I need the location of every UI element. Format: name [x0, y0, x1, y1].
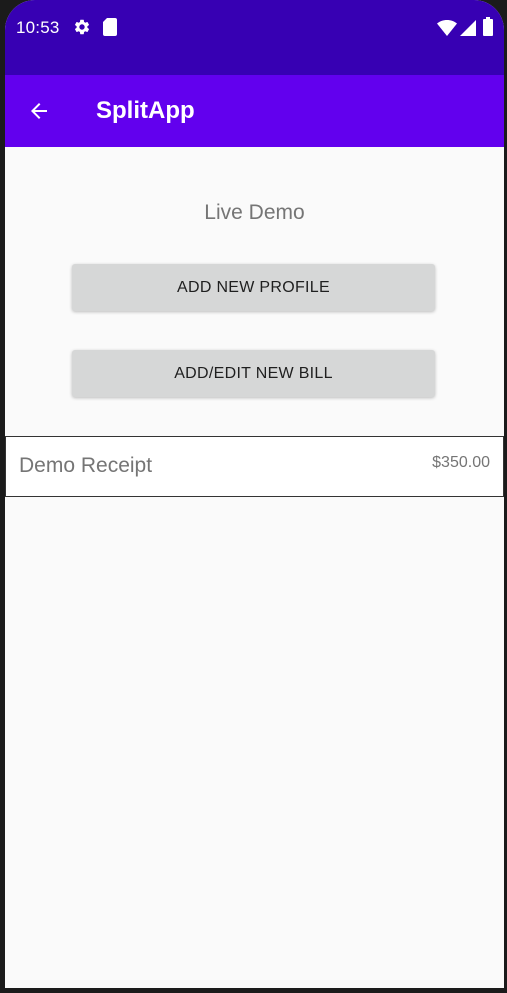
live-demo-label: Live Demo [204, 201, 305, 224]
status-time: 10:53 [16, 18, 60, 37]
bill-name: Demo Receipt [19, 454, 153, 477]
arrow-back-icon[interactable] [27, 99, 51, 123]
wifi-icon [437, 20, 457, 36]
phone-screen: 10:53 SplitApp Live Demo ADD NEW PROFILE… [5, 0, 504, 988]
signal-icon [460, 20, 476, 36]
battery-icon [483, 17, 493, 36]
status-bar: 10:53 [5, 0, 504, 75]
gear-icon [74, 19, 90, 35]
app-bar: SplitApp [5, 75, 504, 147]
app-title: SplitApp [96, 97, 195, 124]
bill-list: Demo Receipt $350.00 [5, 436, 504, 497]
bill-amount: $350.00 [432, 454, 490, 471]
add-edit-bill-button[interactable]: ADD/EDIT NEW BILL [72, 350, 435, 397]
add-new-profile-button[interactable]: ADD NEW PROFILE [72, 264, 435, 311]
sd-card-icon [103, 18, 117, 36]
bill-list-item[interactable]: Demo Receipt $350.00 [5, 436, 504, 497]
